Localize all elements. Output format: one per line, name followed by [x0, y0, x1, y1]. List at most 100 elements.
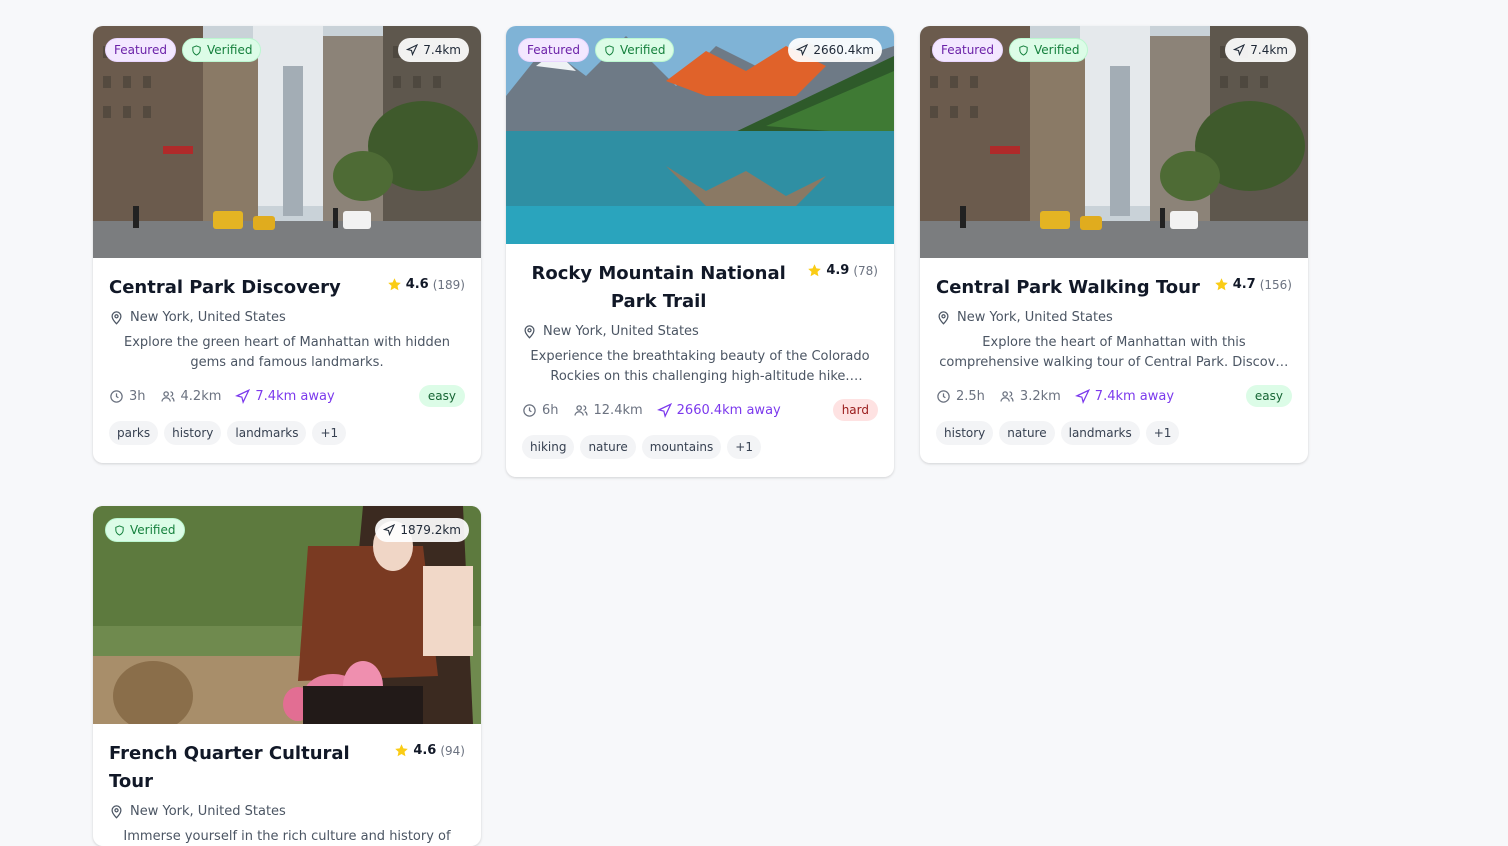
- location: New York, United States: [109, 804, 465, 819]
- rating: 4.7 (156): [1214, 274, 1292, 292]
- shield-icon: [1019, 44, 1028, 56]
- tour-title[interactable]: Central Park Walking Tour: [936, 274, 1202, 302]
- tag[interactable]: landmarks: [1060, 421, 1140, 445]
- tour-description: Explore the heart of Manhattan with this…: [939, 335, 1289, 370]
- duration-value: 6h: [542, 402, 559, 418]
- clock-icon: [523, 403, 536, 417]
- verified-badge: Verified: [105, 518, 185, 542]
- location: New York, United States: [936, 310, 1292, 325]
- review-count: (78): [853, 263, 878, 278]
- tour-card-central-park-discovery[interactable]: Featured Verified 7.4km Central Park Dis…: [93, 26, 481, 463]
- verified-badge: Verified: [1008, 38, 1089, 62]
- map-pin-icon: [111, 311, 122, 325]
- shield-icon: [115, 524, 124, 536]
- tour-description: Explore the green heart of Manhattan wit…: [124, 335, 450, 370]
- navigation-arrow-icon: [1074, 388, 1090, 404]
- tag-list: parks history landmarks +1: [109, 421, 465, 445]
- length: 3.2km: [999, 389, 1061, 404]
- tour-meta: 6h 12.4km 2660.4km away hard: [522, 399, 878, 421]
- review-count: (94): [440, 743, 465, 758]
- duration-value: 3h: [129, 388, 146, 404]
- tour-title[interactable]: French Quarter Cultural Tour: [109, 740, 382, 796]
- tag[interactable]: history: [164, 421, 222, 445]
- review-count: (189): [432, 277, 465, 292]
- distance-chip: 2660.4km: [788, 38, 882, 62]
- tag[interactable]: nature: [999, 421, 1055, 445]
- map-pin-icon: [111, 805, 122, 819]
- duration-value: 2.5h: [956, 388, 985, 404]
- location-text: New York, United States: [957, 310, 1113, 325]
- rating-value: 4.6: [405, 277, 429, 292]
- difficulty-badge: hard: [832, 399, 878, 421]
- verified-badge: Verified: [181, 38, 262, 62]
- featured-badge: Featured: [518, 38, 589, 62]
- difficulty-badge: easy: [418, 385, 465, 407]
- tour-image: Featured Verified 7.4km: [93, 26, 481, 258]
- rating: 4.6 (94): [394, 740, 465, 758]
- distance-value: 1879.2km: [400, 523, 461, 537]
- navigation-arrow-icon: [235, 388, 251, 404]
- location: New York, United States: [109, 310, 465, 325]
- distance-away-value: 2660.4km away: [676, 402, 781, 418]
- users-icon: [573, 404, 588, 416]
- shield-icon: [605, 44, 614, 56]
- distance-away-value: 7.4km away: [255, 388, 335, 404]
- length-value: 4.2km: [180, 388, 222, 404]
- distance-value: 7.4km: [1250, 43, 1288, 57]
- distance-away: 7.4km away: [235, 388, 335, 404]
- shield-icon: [192, 44, 201, 56]
- rating-value: 4.9: [826, 263, 850, 278]
- rating-value: 4.6: [413, 743, 437, 758]
- distance-away: 7.4km away: [1074, 388, 1175, 404]
- users-icon: [160, 390, 175, 402]
- length-value: 12.4km: [593, 402, 643, 418]
- rating: 4.9 (78): [807, 260, 878, 278]
- tour-title[interactable]: Rocky Mountain National Park Trail: [522, 260, 795, 316]
- clock-icon: [110, 389, 123, 403]
- distance-chip: 7.4km: [398, 38, 469, 62]
- rating: 4.6 (189): [387, 274, 465, 292]
- tag[interactable]: mountains: [641, 435, 722, 459]
- featured-badge: Featured: [105, 38, 176, 62]
- distance-away-value: 7.4km away: [1094, 388, 1175, 404]
- navigation-arrow-icon: [1233, 44, 1246, 56]
- tag[interactable]: nature: [580, 435, 636, 459]
- more-tags[interactable]: +1: [312, 421, 347, 445]
- tag-list: hiking nature mountains +1: [522, 435, 878, 459]
- tag[interactable]: parks: [109, 421, 159, 445]
- tag[interactable]: hiking: [522, 435, 575, 459]
- more-tags[interactable]: +1: [727, 435, 761, 459]
- duration: 2.5h: [936, 389, 985, 404]
- star-icon: [395, 744, 409, 757]
- more-tags[interactable]: +1: [1145, 421, 1180, 445]
- duration: 6h: [522, 403, 559, 418]
- duration: 3h: [109, 389, 146, 404]
- length: 4.2km: [160, 388, 222, 404]
- navigation-arrow-icon: [656, 402, 672, 418]
- tour-image: Featured Verified 2660.4km: [506, 26, 894, 244]
- tour-card-central-park-walking[interactable]: Featured Verified 7.4km Central Park Wal…: [920, 26, 1308, 463]
- distance-away: 2660.4km away: [656, 402, 781, 418]
- navigation-arrow-icon: [383, 524, 396, 536]
- tour-title[interactable]: Central Park Discovery: [109, 274, 375, 302]
- tag[interactable]: history: [936, 421, 994, 445]
- verified-badge: Verified: [594, 38, 675, 62]
- location-text: New York, United States: [130, 804, 286, 819]
- difficulty-badge: easy: [1245, 385, 1292, 407]
- verified-label: Verified: [619, 43, 666, 57]
- length-value: 3.2km: [1019, 388, 1061, 404]
- clock-icon: [937, 389, 950, 403]
- tour-card-french-quarter[interactable]: Verified 1879.2km French Quarter Cultura…: [93, 506, 481, 846]
- navigation-arrow-icon: [406, 44, 419, 56]
- rating-value: 4.7: [1232, 277, 1256, 292]
- length: 12.4km: [573, 403, 643, 418]
- tag[interactable]: landmarks: [227, 421, 307, 445]
- tour-image: Verified 1879.2km: [93, 506, 481, 724]
- distance-chip: 1879.2km: [375, 518, 469, 542]
- map-pin-icon: [524, 325, 535, 339]
- tour-card-rocky-mountain[interactable]: Featured Verified 2660.4km Rocky Mountai…: [506, 26, 894, 477]
- navigation-arrow-icon: [796, 44, 809, 56]
- verified-label: Verified: [206, 43, 253, 57]
- tour-meta: 2.5h 3.2km 7.4km away easy: [936, 385, 1292, 407]
- star-icon: [1214, 278, 1228, 291]
